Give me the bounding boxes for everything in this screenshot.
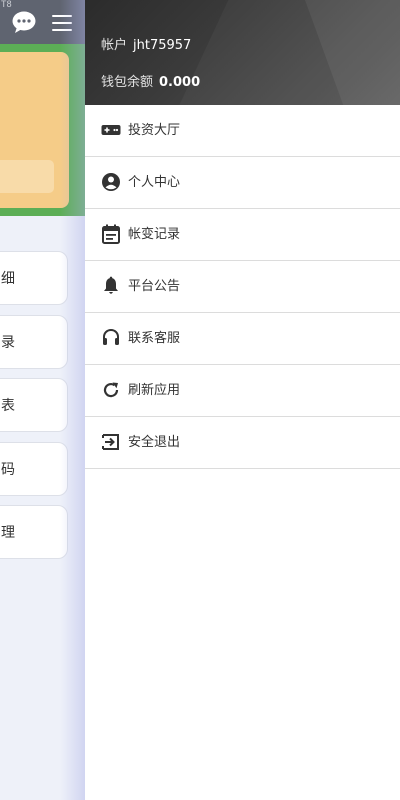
list-item[interactable]: 理 — [0, 505, 68, 559]
bell-icon — [104, 276, 118, 294]
gamepad-icon — [101, 125, 121, 135]
menu-item-label: 安全退出 — [128, 435, 181, 450]
side-drawer: 帐户 jht75957 钱包余额 0.000 投资大厅 个人中心 帐变记录 平台… — [85, 0, 400, 800]
list-item[interactable]: 录 — [0, 315, 68, 369]
list-item[interactable]: 细 — [0, 251, 68, 305]
menu-item-label: 平台公告 — [128, 279, 181, 294]
balance-value: 0.000 — [159, 75, 201, 90]
menu-item-label: 帐变记录 — [128, 227, 181, 242]
calendar-icon — [102, 224, 120, 244]
menu-item-customer-service[interactable]: 联系客服 — [85, 313, 400, 365]
corner-text: T8 — [1, 0, 12, 10]
app-screen: T8 细 录 表 码 理 帐户 jht75957 钱包余额 0.000 投资大厅… — [0, 0, 400, 800]
account-label: 帐户 — [101, 38, 128, 53]
refresh-icon — [103, 382, 119, 398]
list-item-label: 理 — [1, 525, 15, 541]
menu-item-label: 联系客服 — [128, 331, 181, 346]
menu-item-label: 刷新应用 — [128, 383, 181, 398]
background-app: T8 细 录 表 码 理 — [0, 0, 85, 800]
account-value: jht75957 — [133, 38, 192, 53]
menu-item-personal-center[interactable]: 个人中心 — [85, 157, 400, 209]
menu-item-label: 投资大厅 — [128, 123, 181, 138]
drawer-header: 帐户 jht75957 钱包余额 0.000 — [85, 0, 400, 105]
headset-icon — [103, 328, 119, 345]
list-item[interactable]: 码 — [0, 442, 68, 496]
list-item-label: 录 — [1, 335, 15, 351]
menu-item-safe-logout[interactable]: 安全退出 — [85, 417, 400, 469]
wallet-card-inner — [0, 160, 54, 193]
drawer-shadow — [60, 0, 85, 800]
menu-item-investment-hall[interactable]: 投资大厅 — [85, 105, 400, 157]
balance-row: 钱包余额 0.000 — [101, 71, 200, 90]
drawer-menu: 投资大厅 个人中心 帐变记录 平台公告 联系客服 刷新应用 安全退出 — [85, 105, 400, 469]
list-item-label: 表 — [1, 398, 15, 414]
chat-icon[interactable] — [11, 10, 37, 34]
list-item-label: 码 — [1, 462, 15, 478]
list-item[interactable]: 表 — [0, 378, 68, 432]
menu-item-label: 个人中心 — [128, 175, 181, 190]
menu-item-refresh-app[interactable]: 刷新应用 — [85, 365, 400, 417]
menu-item-account-records[interactable]: 帐变记录 — [85, 209, 400, 261]
logout-icon — [102, 434, 119, 450]
menu-item-platform-notice[interactable]: 平台公告 — [85, 261, 400, 313]
list-item-label: 细 — [1, 271, 15, 287]
user-circle-icon — [102, 173, 120, 191]
account-row: 帐户 jht75957 — [101, 34, 191, 53]
balance-label: 钱包余额 — [101, 75, 154, 90]
